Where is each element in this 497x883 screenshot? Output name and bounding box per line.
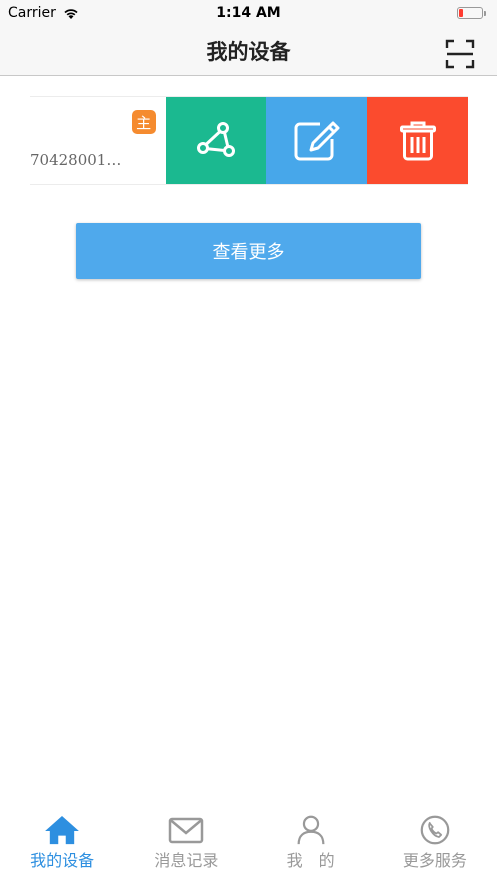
tab-bar: 我的设备 消息记录 我 的 更多服务 — [0, 815, 497, 883]
tab-more-services[interactable]: 更多服务 — [373, 815, 497, 883]
device-info[interactable]: 主 70428001… — [30, 97, 166, 184]
share-button[interactable] — [165, 97, 267, 184]
person-icon — [297, 815, 325, 845]
view-more-button[interactable]: 查看更多 — [76, 223, 421, 279]
trash-icon — [399, 121, 436, 160]
status-left: Carrier — [8, 5, 80, 21]
mail-icon — [169, 817, 204, 844]
carrier-label: Carrier — [8, 5, 56, 21]
page-title: 我的设备 — [206, 39, 291, 64]
battery-level — [459, 9, 463, 17]
share-icon — [197, 121, 236, 157]
edit-button[interactable] — [266, 97, 368, 184]
tab-label: 我 的 — [286, 851, 335, 870]
scan-icon[interactable] — [445, 39, 475, 69]
edit-icon — [294, 121, 340, 160]
phone-icon — [420, 815, 450, 845]
wifi-icon — [64, 8, 78, 19]
tab-message-records[interactable]: 消息记录 — [124, 815, 248, 883]
home-icon — [45, 815, 79, 845]
device-id: 70428001… — [30, 151, 122, 169]
battery-icon — [457, 7, 486, 19]
delete-button[interactable] — [367, 97, 468, 184]
tab-label: 消息记录 — [154, 851, 219, 870]
status-bar: Carrier 1:14 AM — [0, 0, 497, 26]
tab-me[interactable]: 我 的 — [249, 815, 373, 883]
nav-bar: 我的设备 — [0, 26, 497, 76]
main-device-badge: 主 — [131, 110, 156, 134]
tab-label: 我的设备 — [30, 851, 95, 870]
tab-my-devices[interactable]: 我的设备 — [0, 815, 124, 883]
tab-label: 更多服务 — [402, 851, 467, 870]
device-row[interactable]: 主 70428001… — [30, 96, 468, 185]
